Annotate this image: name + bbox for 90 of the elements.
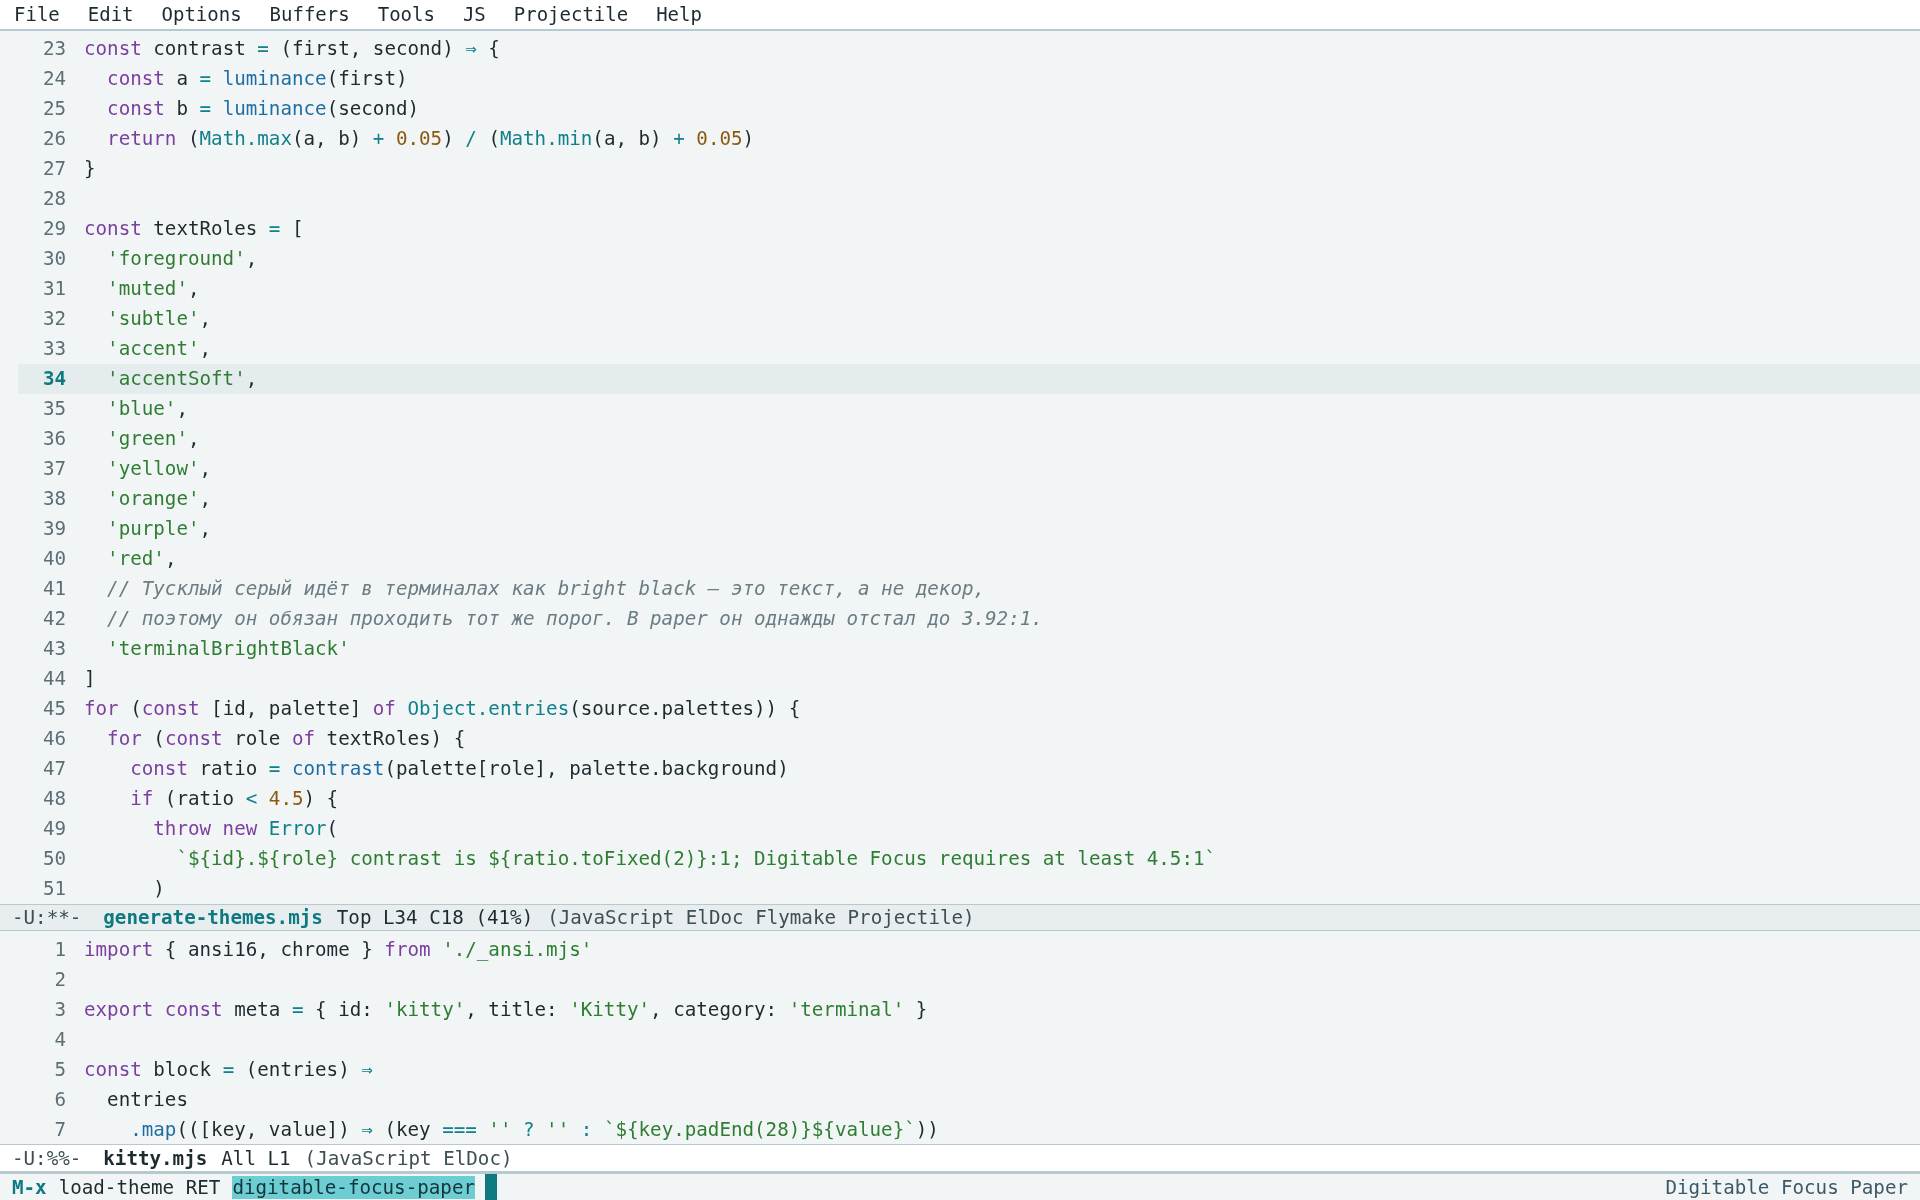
line-number: 26 — [41, 127, 66, 151]
command-prompt: M-x — [12, 1175, 47, 1199]
menu-item[interactable]: File — [14, 3, 60, 26]
completion-input[interactable]: digitable-focus-paper — [232, 1175, 475, 1199]
code-line: for (const [id, palette] of Object.entries(source.palettes)) { — [84, 697, 801, 721]
code-line: const ratio = contrast(palette[role], palette.background) — [129, 757, 789, 781]
line-number: 23 — [41, 37, 66, 61]
mode-list: (JavaScript ElDoc Flymake Projectile) — [547, 905, 975, 929]
code-line: 'muted', — [106, 277, 200, 301]
line-number: 7 — [53, 1117, 66, 1141]
code-line: const contrast = (first, second) ⇒ { — [84, 37, 500, 61]
code-line: export const meta = { id: 'kitty', title: 'Kitty', category: 'terminal' } — [84, 997, 928, 1021]
line-number: 24 — [41, 67, 66, 91]
code-line: 'orange', — [106, 487, 212, 511]
line-number: 40 — [41, 547, 66, 571]
theme-name: Digitable Focus Paper — [1665, 1175, 1908, 1199]
line-number: 34 — [41, 367, 66, 391]
code-line: 'blue', — [106, 397, 188, 421]
line-number: 2 — [53, 967, 66, 991]
code-line: .map(([key, value]) ⇒ (key === '' ? '' : `${key.padEnd(28)}${value}`)) — [129, 1117, 939, 1141]
code-line: entries — [106, 1087, 188, 1111]
line-number: 3 — [53, 997, 66, 1021]
line-number: 33 — [41, 337, 66, 361]
line-number: 31 — [41, 277, 66, 301]
line-number: 45 — [41, 697, 66, 721]
line-number: 36 — [41, 427, 66, 451]
code-line: const textRoles = [ — [84, 217, 304, 241]
line-number: 28 — [41, 187, 66, 211]
code-line: return (Math.max(a, b) + 0.05) / (Math.min(a, b) + 0.05) — [106, 127, 755, 151]
buffer-status: -U:%%- — [12, 1146, 82, 1170]
menu-item[interactable]: Help — [656, 3, 702, 26]
code-line: 'terminalBrightBlack' — [106, 637, 350, 661]
mode-list: (JavaScript ElDoc) — [304, 1146, 513, 1170]
code-line: const a = luminance(first) — [106, 67, 408, 91]
line-number: 50 — [41, 847, 66, 871]
line-number: 47 — [41, 757, 66, 781]
code-line: // поэтому он обязан проходить тот же порог. В paper он однажды отстал до 3.92:1. — [106, 607, 1043, 631]
code-line: ) — [152, 877, 165, 901]
command-text: load-theme RET — [58, 1175, 221, 1199]
cursor-position: All L1 — [221, 1146, 291, 1170]
line-number: 35 — [41, 397, 66, 421]
code-line: 'subtle', — [106, 307, 212, 331]
code-line: 'foreground', — [106, 247, 258, 271]
line-number: 32 — [41, 307, 66, 331]
line-number: 44 — [41, 667, 66, 691]
menu-item[interactable]: Tools — [377, 3, 435, 26]
line-number: 37 — [41, 457, 66, 481]
line-number: 48 — [41, 787, 66, 811]
code-line: for (const role of textRoles) { — [106, 727, 466, 751]
code-line: throw new Error( — [152, 817, 339, 841]
menu-item[interactable]: JS — [462, 3, 486, 26]
code-line: 'purple', — [106, 517, 212, 541]
code-line: ] — [84, 667, 96, 691]
line-number: 29 — [41, 217, 66, 241]
cursor-position: Top L34 C18 (41%) — [336, 905, 534, 929]
line-number: 51 — [41, 877, 66, 901]
menu-item[interactable]: Projectile — [513, 3, 629, 26]
code-line: } — [84, 157, 96, 181]
code-line: if (ratio < 4.5) { — [129, 787, 339, 811]
code-line: 'accent', — [106, 337, 212, 361]
code-line: 'accentSoft', — [106, 367, 258, 391]
line-number: 25 — [41, 97, 66, 121]
code-line: 'green', — [106, 427, 200, 451]
buffer-name: kitty.mjs — [103, 1146, 208, 1170]
code-line: import { ansi16, chrome } from './_ansi.mjs' — [84, 937, 593, 961]
line-number: 1 — [53, 937, 66, 961]
line-number: 39 — [41, 517, 66, 541]
line-number: 41 — [41, 577, 66, 601]
buffer-name: generate-themes.mjs — [103, 905, 323, 929]
code-line: 'yellow', — [106, 457, 212, 481]
line-number: 6 — [53, 1087, 66, 1111]
code-line: const block = (entries) ⇒ — [84, 1057, 373, 1081]
line-number: 49 — [41, 817, 66, 841]
buffer-status: -U:**- — [12, 905, 82, 929]
line-number: 46 — [41, 727, 66, 751]
line-number: 4 — [53, 1027, 66, 1051]
line-number: 43 — [41, 637, 66, 661]
menu-item[interactable]: Options — [161, 3, 242, 26]
menu-item[interactable]: Edit — [87, 3, 134, 26]
line-number: 30 — [41, 247, 66, 271]
code-line: const b = luminance(second) — [106, 97, 420, 121]
menu-item[interactable]: Buffers — [269, 3, 350, 26]
line-number: 42 — [41, 607, 66, 631]
line-number: 38 — [41, 487, 66, 511]
line-number: 5 — [53, 1057, 66, 1081]
line-number: 27 — [41, 157, 66, 181]
code-line: 'red', — [106, 547, 177, 571]
code-line: `${id}.${role} contrast is ${ratio.toFixed(2)}:1; Digitable Focus requires at least 4.5:1` — [175, 847, 1217, 871]
code-line: // Тусклый серый идёт в терминалах как bright black — это текст, а не декор, — [106, 577, 986, 601]
text-cursor — [485, 1174, 497, 1200]
